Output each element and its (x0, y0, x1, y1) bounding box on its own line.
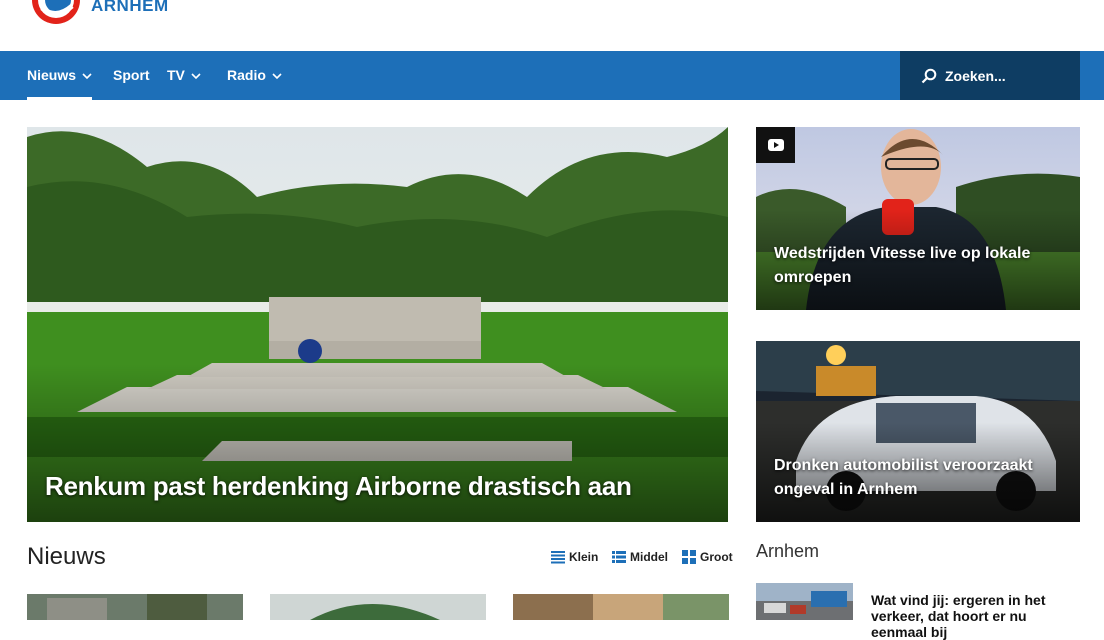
nav-item-tv[interactable]: TV (167, 51, 201, 100)
top-bar: ARNHEM (0, 0, 1104, 51)
grid-large-icon (682, 550, 696, 564)
section-title-nieuws: Nieuws (27, 543, 106, 570)
news-thumbnail[interactable] (513, 594, 729, 620)
nav-label: Radio (227, 67, 266, 83)
article-title: Dronken automobilist veroorzaakt ongeval… (774, 457, 1033, 498)
view-option-klein[interactable]: Klein (551, 549, 598, 565)
hero-title: Renkum past herdenking Airborne drastisc… (45, 471, 632, 501)
list-medium-icon (612, 551, 626, 563)
search-placeholder: Zoeken... (945, 67, 1006, 84)
arnhem-thumbnail[interactable] (756, 583, 853, 620)
thumbnail-image (513, 594, 729, 620)
thumbnail-image (756, 583, 853, 620)
side-article-video[interactable]: Wedstrijden Vitesse live op lokale omroe… (756, 127, 1080, 310)
chevron-down-icon (191, 72, 201, 79)
hero-article[interactable]: Renkum past herdenking Airborne drastisc… (27, 127, 728, 522)
section-title-arnhem: Arnhem (756, 541, 820, 561)
arnhem-headline[interactable]: Wat vind jij: ergeren in het verkeer, da… (871, 592, 1081, 640)
view-option-label: Klein (569, 550, 599, 564)
search-icon (921, 68, 937, 83)
list-small-icon (551, 551, 565, 564)
hero-image (27, 127, 728, 522)
video-badge (756, 127, 795, 163)
search-input[interactable]: Zoeken... (900, 51, 1080, 100)
view-option-label: Middel (630, 550, 668, 564)
nav-label: Sport (113, 67, 150, 83)
nav-label: TV (167, 67, 185, 83)
side-article[interactable]: Dronken automobilist veroorzaakt ongeval… (756, 341, 1080, 522)
brand-name[interactable]: ARNHEM (91, 0, 169, 16)
nav-item-radio[interactable]: Radio (227, 51, 282, 100)
youtube-icon (767, 139, 784, 151)
thumbnail-image (27, 594, 243, 620)
rtv-logo-icon[interactable] (28, 0, 84, 26)
view-option-middel[interactable]: Middel (612, 549, 668, 565)
nav-label: Nieuws (27, 67, 77, 83)
news-thumbnail[interactable] (27, 594, 243, 620)
chevron-down-icon (82, 72, 92, 79)
article-title: Wedstrijden Vitesse live op lokale omroe… (774, 245, 1031, 286)
view-option-groot[interactable]: Groot (682, 549, 733, 565)
view-option-label: Groot (700, 550, 733, 564)
nav-item-sport[interactable]: Sport (113, 51, 150, 100)
thumbnail-image (270, 594, 486, 620)
news-thumbnail[interactable] (270, 594, 486, 620)
chevron-down-icon (272, 72, 282, 79)
nav-item-nieuws[interactable]: Nieuws (27, 51, 93, 100)
